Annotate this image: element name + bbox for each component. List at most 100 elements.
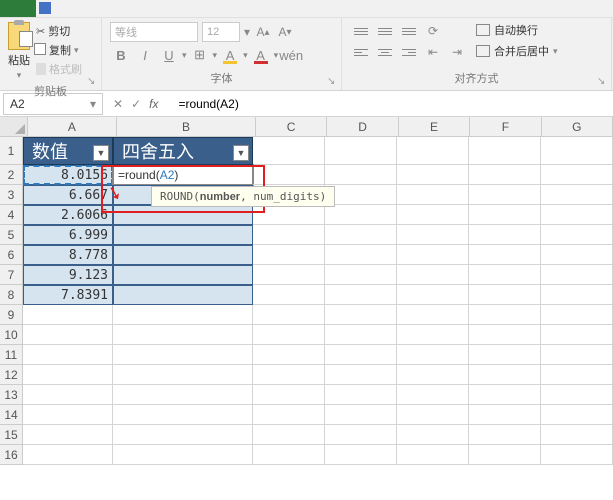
align-right-icon[interactable] [398,43,420,61]
cell[interactable]: 9.123 [23,265,113,285]
row-header[interactable]: 12 [0,365,23,385]
increase-indent-icon[interactable]: ⇥ [446,43,468,61]
font-size-combo[interactable]: 12 [202,22,240,42]
cell[interactable]: 6.667 [23,185,113,205]
row-header[interactable]: 2 [0,165,23,185]
cell[interactable] [541,265,613,285]
cell[interactable] [541,305,613,325]
cell[interactable] [469,365,541,385]
cell[interactable] [23,365,113,385]
formula-input[interactable] [174,93,613,115]
cell[interactable] [397,285,469,305]
cell[interactable] [253,325,325,345]
wrap-text-button[interactable]: 自动换行 [476,22,558,38]
cell[interactable] [469,265,541,285]
cell[interactable] [325,137,397,165]
cell[interactable] [325,245,397,265]
table-header-cell[interactable]: 数值 ▼ [23,137,113,165]
cell[interactable]: 6.999 [23,225,113,245]
font-color-button[interactable]: A [250,45,272,65]
cell[interactable] [325,325,397,345]
cell[interactable] [541,325,613,345]
cell[interactable]: 8.0156 [23,165,113,185]
cell[interactable] [325,385,397,405]
dialog-launcher-icon[interactable]: ↘ [87,76,99,88]
cell[interactable] [469,345,541,365]
cell[interactable] [469,325,541,345]
cell[interactable] [469,405,541,425]
cell[interactable] [469,285,541,305]
decrease-indent-icon[interactable]: ⇤ [422,43,444,61]
row-header[interactable]: 16 [0,445,23,465]
font-name-combo[interactable]: 等线 [110,22,198,42]
cell[interactable] [541,425,613,445]
cell[interactable] [397,345,469,365]
cell[interactable] [253,405,325,425]
cell[interactable] [397,325,469,345]
cell[interactable] [397,305,469,325]
cell[interactable] [541,225,613,245]
row-header[interactable]: 14 [0,405,23,425]
cell[interactable] [325,225,397,245]
cell[interactable] [113,265,253,285]
cell[interactable] [113,325,253,345]
cell[interactable] [325,285,397,305]
cell[interactable] [469,305,541,325]
cell[interactable] [397,425,469,445]
cell[interactable] [469,445,541,465]
cell[interactable] [325,185,397,205]
cell[interactable] [253,265,325,285]
cell[interactable] [469,137,541,165]
row-header[interactable]: 3 [0,185,23,205]
cell[interactable] [397,185,469,205]
dialog-launcher-icon[interactable]: ↘ [327,76,339,88]
underline-button[interactable]: U [158,45,180,65]
cell[interactable] [253,385,325,405]
cell[interactable] [253,425,325,445]
cell[interactable] [541,285,613,305]
align-center-icon[interactable] [374,43,396,61]
cell[interactable] [397,225,469,245]
increase-font-icon[interactable]: A▴ [254,23,272,41]
cell[interactable] [469,225,541,245]
cell[interactable] [469,205,541,225]
cell[interactable]: 7.8391 [23,285,113,305]
phonetic-guide-icon[interactable]: wén [280,45,302,65]
dialog-launcher-icon[interactable]: ↘ [597,76,609,88]
bold-button[interactable]: B [110,45,132,65]
cell[interactable] [325,345,397,365]
cell[interactable] [469,185,541,205]
row-header[interactable]: 5 [0,225,23,245]
cell[interactable] [397,445,469,465]
cell[interactable] [469,425,541,445]
cell[interactable] [325,165,397,185]
row-header[interactable]: 10 [0,325,23,345]
cell[interactable] [397,365,469,385]
cell[interactable] [23,445,113,465]
cell[interactable] [113,245,253,265]
cell[interactable] [541,445,613,465]
cell[interactable] [397,385,469,405]
active-cell[interactable]: =round(A2) [113,165,253,185]
cell[interactable] [541,345,613,365]
column-header[interactable]: A [28,117,117,136]
cell[interactable] [113,345,253,365]
cell[interactable] [253,245,325,265]
cell[interactable] [325,305,397,325]
cell[interactable] [397,265,469,285]
cell[interactable] [325,265,397,285]
cell[interactable] [469,245,541,265]
decrease-font-icon[interactable]: A▾ [276,23,294,41]
cell[interactable] [23,385,113,405]
cell[interactable] [113,205,253,225]
cell[interactable] [113,385,253,405]
cell[interactable] [397,205,469,225]
cell[interactable] [469,385,541,405]
column-header[interactable]: C [256,117,327,136]
row-header[interactable]: 15 [0,425,23,445]
column-header[interactable]: F [470,117,541,136]
cell[interactable] [253,225,325,245]
align-bottom-icon[interactable] [398,22,420,40]
row-header[interactable]: 9 [0,305,23,325]
filter-button[interactable]: ▼ [93,145,109,161]
